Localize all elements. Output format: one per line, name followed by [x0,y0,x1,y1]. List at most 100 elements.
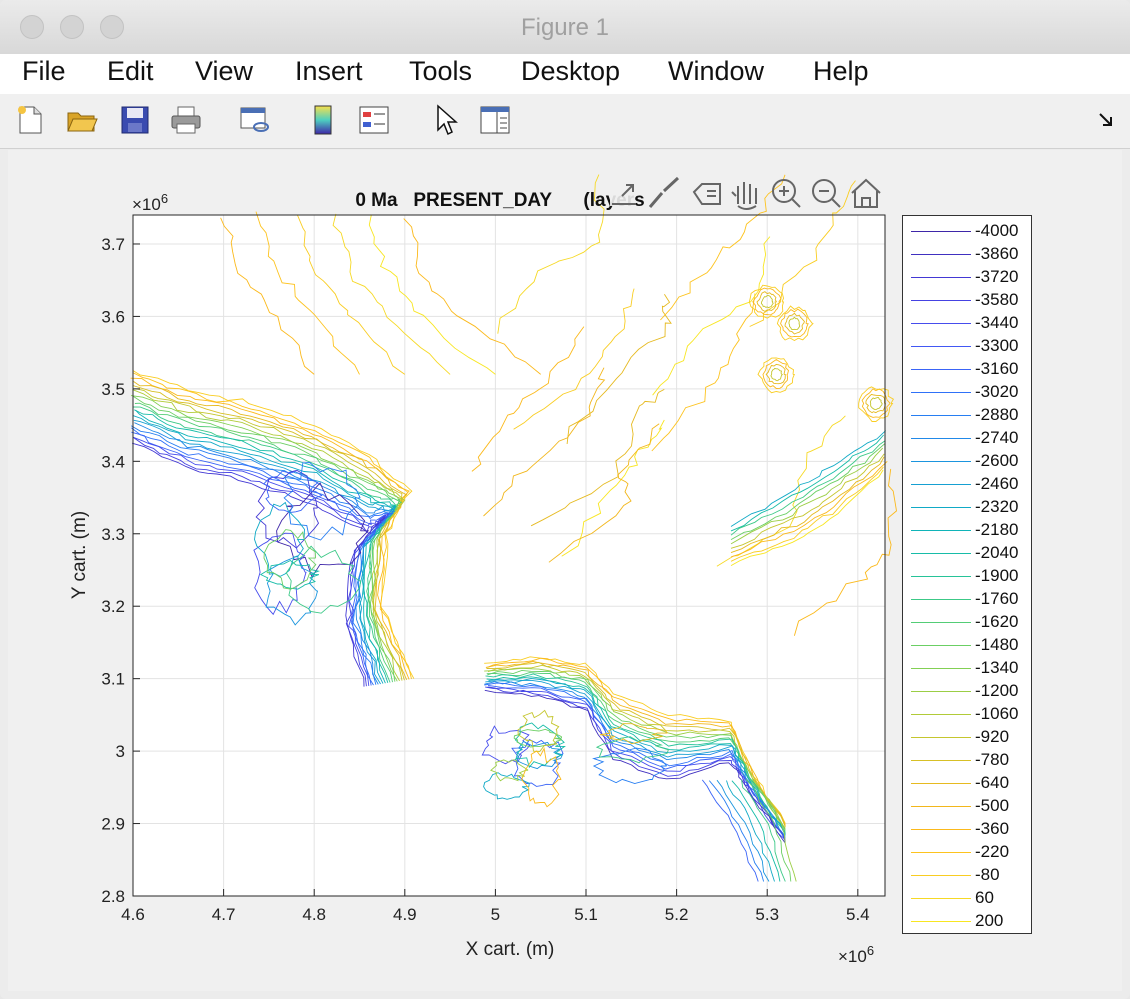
legend-label: -780 [975,750,1010,769]
legend-entry[interactable]: -3160 [903,358,1031,381]
legend-entry[interactable]: 60 [903,887,1031,910]
legend-entry[interactable]: -500 [903,795,1031,818]
x-tick-label: 4.8 [302,905,326,924]
legend-entry[interactable]: -2460 [903,473,1031,496]
legend-entry[interactable]: -3720 [903,266,1031,289]
legend-label: -2320 [975,497,1019,516]
legend-entry[interactable]: -1060 [903,703,1031,726]
legend-line-swatch [911,438,971,439]
x-tick-label: 4.6 [121,905,145,924]
axes-toolbar [610,176,881,210]
legend-label: -3440 [975,313,1019,332]
legend-entry[interactable]: -3020 [903,381,1031,404]
legend-entry[interactable]: -1480 [903,634,1031,657]
y-tick-label: 3.6 [101,307,125,326]
legend-label: -1760 [975,589,1019,608]
legend-label: -3020 [975,382,1019,401]
legend-line-swatch [911,415,971,416]
x-axis-label: X cart. (m) [466,939,555,960]
legend-entry[interactable]: -2880 [903,404,1031,427]
legend-entry[interactable]: -1900 [903,565,1031,588]
legend-entry[interactable]: -2740 [903,427,1031,450]
legend-line-swatch [911,346,971,347]
legend-label: -3860 [975,244,1019,263]
zoom-in-icon[interactable] [772,179,801,208]
legend-line-swatch [911,484,971,485]
y-tick-label: 3 [116,742,125,761]
x-tick-label: 5.1 [574,905,598,924]
chart-title: 0 Ma PRESENT_DAY (layers [355,190,644,211]
y-tick-label: 3.4 [101,452,125,471]
legend-label: -2740 [975,428,1019,447]
x-tick-label: 5.2 [665,905,689,924]
legend-line-swatch [911,323,971,324]
legend-line-swatch [911,783,971,784]
legend-entry[interactable]: -1760 [903,588,1031,611]
legend-label: -80 [975,865,1000,884]
legend-entry[interactable]: -3580 [903,289,1031,312]
legend-line-swatch [911,254,971,255]
legend-entry[interactable]: -920 [903,726,1031,749]
legend-entry[interactable]: -4000 [903,220,1031,243]
legend-label: -920 [975,727,1010,746]
legend-line-swatch [911,461,971,462]
legend-entry[interactable]: 200 [903,910,1031,933]
brush-icon[interactable] [648,176,680,208]
legend-line-swatch [911,231,971,232]
legend-entry[interactable]: -640 [903,772,1031,795]
x-exponent: ×106 [838,943,874,966]
legend-label: -1200 [975,681,1019,700]
legend-label: -2600 [975,451,1019,470]
legend-entry[interactable]: -2180 [903,519,1031,542]
data-tips-icon[interactable] [692,183,721,205]
legend-line-swatch [911,645,971,646]
legend-label: -1480 [975,635,1019,654]
legend-line-swatch [911,806,971,807]
legend-entry[interactable]: -2320 [903,496,1031,519]
legend-label: -2460 [975,474,1019,493]
legend-label: -500 [975,796,1010,815]
legend-label: -360 [975,819,1010,838]
y-tick-label: 3.1 [101,670,125,689]
legend-entry[interactable]: -2040 [903,542,1031,565]
y-exponent: ×106 [132,191,168,214]
legend-entry[interactable]: -1340 [903,657,1031,680]
zoom-out-icon[interactable] [812,179,841,208]
legend-entry[interactable]: -780 [903,749,1031,772]
x-tick-label: 4.7 [212,905,236,924]
legend-line-swatch [911,852,971,853]
x-tick-label: 5.3 [755,905,779,924]
y-tick-label: 2.9 [101,815,125,834]
legend-entry[interactable]: -3860 [903,243,1031,266]
legend-label: -3580 [975,290,1019,309]
legend-entry[interactable]: -2600 [903,450,1031,473]
legend-label: 200 [975,911,1004,930]
legend-line-swatch [911,553,971,554]
legend-entry[interactable]: -1200 [903,680,1031,703]
legend-label: -1900 [975,566,1019,585]
home-icon[interactable] [851,178,881,208]
legend-label: -4000 [975,221,1019,240]
legend-label: -1620 [975,612,1019,631]
y-tick-label: 3.3 [101,525,125,544]
legend-label: -3300 [975,336,1019,355]
legend-entry[interactable]: -360 [903,818,1031,841]
y-tick-label: 2.8 [101,887,125,906]
legend[interactable]: -4000 -3860 -3720 -3580 -3440 -3300 -3160 -3020… [902,215,1032,934]
legend-line-swatch [911,622,971,623]
legend-line-swatch [911,760,971,761]
figure-window: Figure 1 File Edit View Insert Tools Des… [0,0,1130,999]
x-tick-label: 5.4 [846,905,870,924]
legend-label: -3720 [975,267,1019,286]
pan-icon[interactable] [731,182,757,210]
legend-entry[interactable]: -3440 [903,312,1031,335]
legend-line-swatch [911,576,971,577]
legend-entry[interactable]: -80 [903,864,1031,887]
export-icon[interactable] [610,184,636,206]
legend-entry[interactable]: -3300 [903,335,1031,358]
legend-line-swatch [911,737,971,738]
legend-label: -1340 [975,658,1019,677]
legend-entry[interactable]: -220 [903,841,1031,864]
legend-entry[interactable]: -1620 [903,611,1031,634]
axes-background [133,215,885,896]
